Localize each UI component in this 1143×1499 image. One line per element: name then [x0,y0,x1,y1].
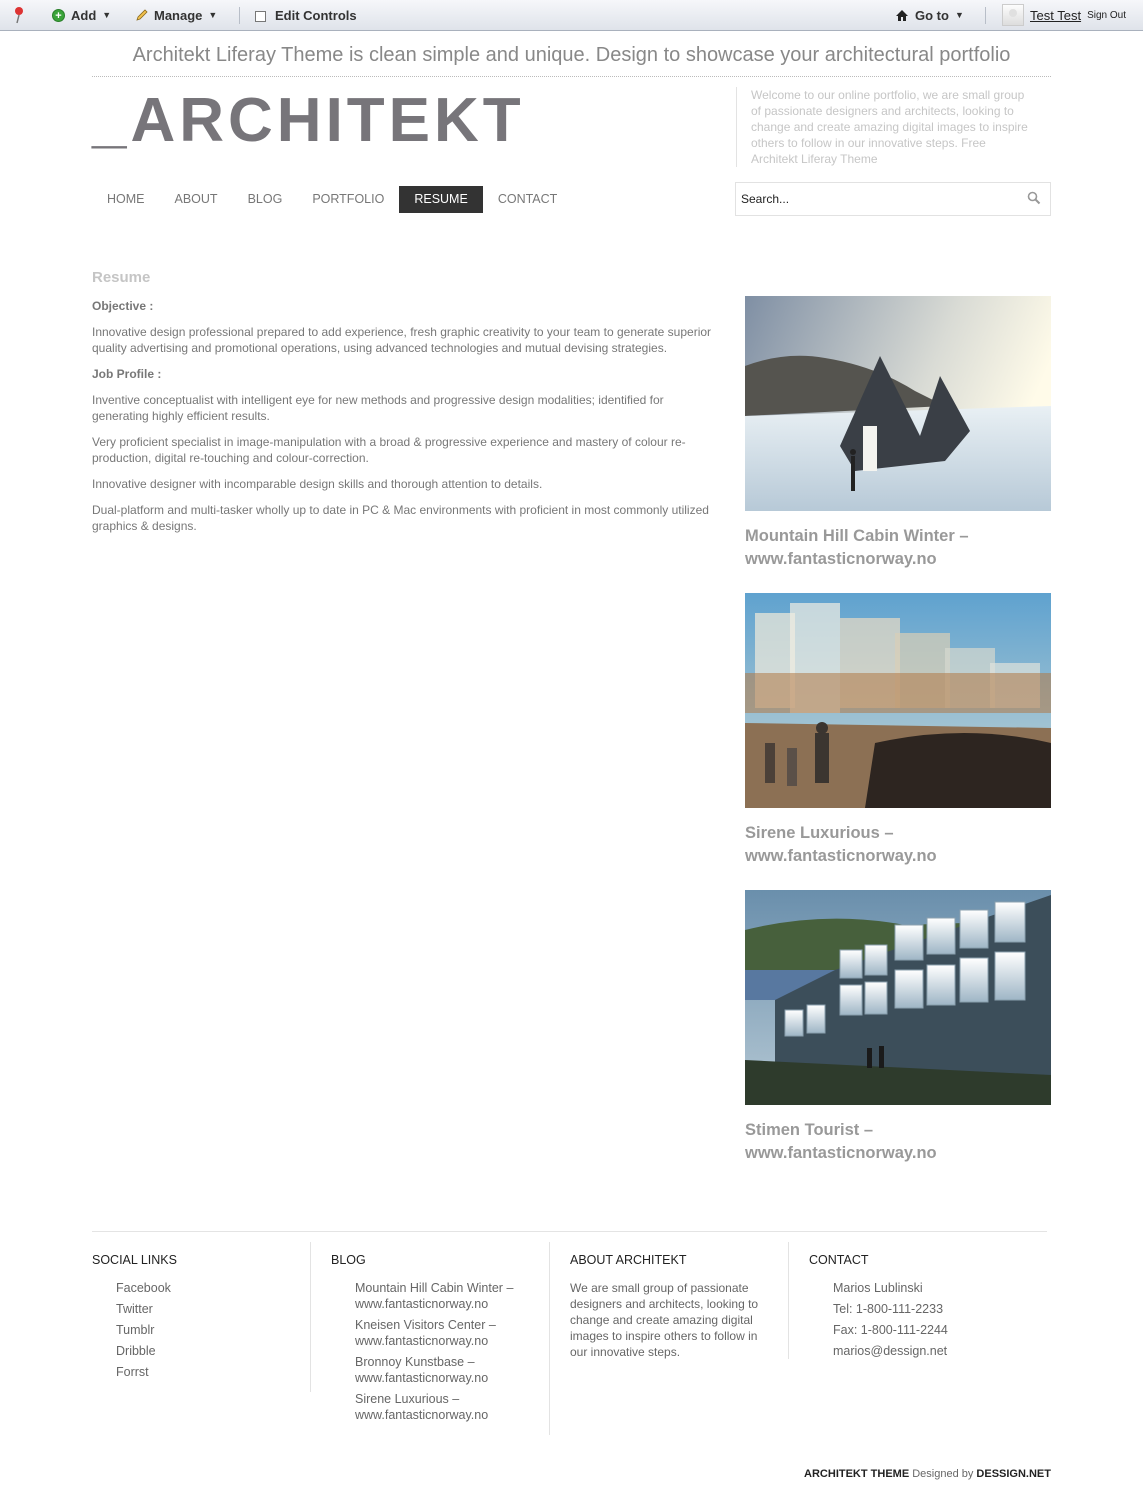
footer-blog: BLOG Mountain Hill Cabin Winter – www.fan… [331,1242,550,1435]
job-profile-heading: Job Profile : [92,367,162,381]
credits-theme: ARCHITEKT THEME [804,1468,910,1480]
nav-item-home[interactable]: HOME [92,186,160,213]
portfolio-card: Mountain Hill Cabin Winter – www.fantast… [745,296,1051,571]
objective-text: Innovative design professional prepared … [92,325,712,355]
job-profile-paragraph: Inventive conceptualist with intelligent… [92,393,664,423]
resume-content: Resume Objective : Innovative design pro… [92,270,722,544]
footer-blog-link-url: www.fantasticnorway.no [355,1408,489,1422]
objective-heading: Objective : [92,299,154,313]
portfolio-card-title-line: Mountain Hill Cabin Winter – [745,527,969,545]
job-profile-paragraph: Very proficient specialist in image-mani… [92,435,686,465]
footer-blog-link-title: Bronnoy Kunstbase – [355,1355,475,1369]
manage-menu-button[interactable]: Manage ▼ [135,0,217,30]
footer-blog-link-title: Sirene Luxurious – [355,1392,460,1406]
site-intro: Welcome to our online portfolio, we are … [736,87,1031,167]
add-menu-button[interactable]: + Add ▼ [52,0,111,30]
portfolio-card: Stimen Tourist – www.fantasticnorway.no [745,890,1051,1165]
search-icon[interactable] [1027,191,1041,205]
chevron-down-icon: ▼ [208,10,218,20]
goto-label: Go to [915,7,949,23]
portfolio-image-stimen[interactable] [745,890,1051,1105]
contact-fax: Fax: 1-800-111-2244 [833,1323,948,1337]
site-tagline: Architekt Liferay Theme is clean simple … [132,44,1011,66]
manage-label: Manage [154,7,203,23]
footer-heading: SOCIAL LINKS [92,1253,177,1267]
contact-phone: Tel: 1-800-111-2233 [833,1302,944,1316]
portfolio-card-title[interactable]: Sirene Luxurious – www.fantasticnorway.n… [745,822,1051,868]
footer-blog-link[interactable]: Bronnoy Kunstbase – www.fantasticnorway.n… [355,1354,549,1386]
edit-controls-label: Edit Controls [275,7,357,23]
portfolio-card-url: www.fantasticnorway.no [745,550,937,568]
add-label: Add [71,7,97,23]
nav-item-portfolio[interactable]: PORTFOLIO [297,186,399,213]
pin-icon[interactable] [12,0,26,30]
footer-link-tumblr[interactable]: Tumblr [116,1322,310,1338]
credits-designer-link[interactable]: DESSIGN.NET [976,1468,1051,1480]
nav-item-contact[interactable]: CONTACT [483,186,573,213]
chevron-down-icon: ▼ [954,10,964,20]
job-profile-paragraph: Dual-platform and multi-tasker wholly up… [92,503,709,533]
search-input[interactable] [741,190,1011,208]
nav-item-about[interactable]: ABOUT [160,186,233,213]
site-logo[interactable]: _ARCHITEKT [92,88,525,153]
credits-designed-by: Designed by [909,1468,977,1480]
search-box [735,182,1051,216]
add-icon: + [52,8,65,22]
footer-blog-link[interactable]: Sirene Luxurious – www.fantasticnorway.no [355,1391,549,1423]
portfolio-sidebar: Mountain Hill Cabin Winter – www.fantast… [745,296,1051,1187]
footer-contact: CONTACT Marios Lublinski Tel: 1-800-111-… [809,1242,1047,1364]
portfolio-card-title[interactable]: Stimen Tourist – www.fantasticnorway.no [745,1119,1051,1165]
footer-link-twitter[interactable]: Twitter [116,1301,310,1317]
footer-link-facebook[interactable]: Facebook [116,1280,310,1296]
portfolio-card-title-line: Stimen Tourist – [745,1121,874,1139]
contact-email[interactable]: marios@dessign.net [833,1343,1047,1359]
footer-about-text: We are small group of passionate designe… [570,1281,759,1359]
footer-link-dribble[interactable]: Dribble [116,1343,310,1359]
footer-blog-link[interactable]: Mountain Hill Cabin Winter – www.fantasti… [355,1280,549,1312]
edit-controls-checkbox[interactable] [255,10,266,22]
contact-name: Marios Lublinski [833,1281,923,1295]
portfolio-card-title[interactable]: Mountain Hill Cabin Winter – www.fantast… [745,525,1051,571]
dockbar-divider [985,7,986,24]
sign-out-link[interactable]: Sign Out [1087,10,1126,21]
footer-link-forrst[interactable]: Forrst [116,1364,310,1380]
portfolio-image-sirene[interactable] [745,593,1051,808]
footer-blog-link-url: www.fantasticnorway.no [355,1297,489,1311]
page-title: Resume [92,269,151,286]
portfolio-card-url: www.fantasticnorway.no [745,847,937,865]
portfolio-card: Sirene Luxurious – www.fantasticnorway.n… [745,593,1051,868]
footer-heading: CONTACT [809,1253,869,1267]
footer-blog-link-url: www.fantasticnorway.no [355,1334,489,1348]
footer-blog-link-title: Kneisen Visitors Center – [355,1318,496,1332]
footer-divider [92,1231,1047,1232]
footer-credits: ARCHITEKT THEME Designed by DESSIGN.NET [804,1468,1051,1480]
goto-menu-button[interactable]: Go to ▼ [895,0,964,30]
footer-about: ABOUT ARCHITEKT We are small group of pa… [570,1242,789,1359]
dockbar-divider [239,7,240,24]
nav-item-blog[interactable]: BLOG [233,186,298,213]
footer-blog-link[interactable]: Kneisen Visitors Center – www.fantasticno… [355,1317,549,1349]
user-name-link[interactable]: Test Test [1030,8,1081,23]
user-menu: Test Test Sign Out [1002,0,1126,30]
pencil-icon [136,9,148,21]
portfolio-card-title-line: Sirene Luxurious – [745,824,894,842]
portfolio-card-url: www.fantasticnorway.no [745,1144,937,1162]
dockbar: + Add ▼ Manage ▼ Edit Controls Go to ▼ T… [0,0,1143,31]
home-icon [896,9,908,21]
job-profile-paragraph: Innovative designer with incomparable de… [92,477,543,491]
chevron-down-icon: ▼ [102,10,112,20]
portfolio-image-cabin[interactable] [745,296,1051,511]
avatar[interactable] [1002,4,1024,26]
nav-item-resume[interactable]: RESUME [399,186,483,213]
footer-blog-link-title: Mountain Hill Cabin Winter – [355,1281,514,1295]
footer-heading: ABOUT ARCHITEKT [570,1253,687,1267]
main-nav: HOME ABOUT BLOG PORTFOLIO RESUME CONTACT [92,186,572,213]
footer-heading: BLOG [331,1253,366,1267]
footer-social: SOCIAL LINKS Facebook Twitter Tumblr Dri… [92,1242,311,1392]
edit-controls-toggle[interactable]: Edit Controls [255,0,357,30]
tagline-divider [92,76,1051,77]
footer-blog-link-url: www.fantasticnorway.no [355,1371,489,1385]
